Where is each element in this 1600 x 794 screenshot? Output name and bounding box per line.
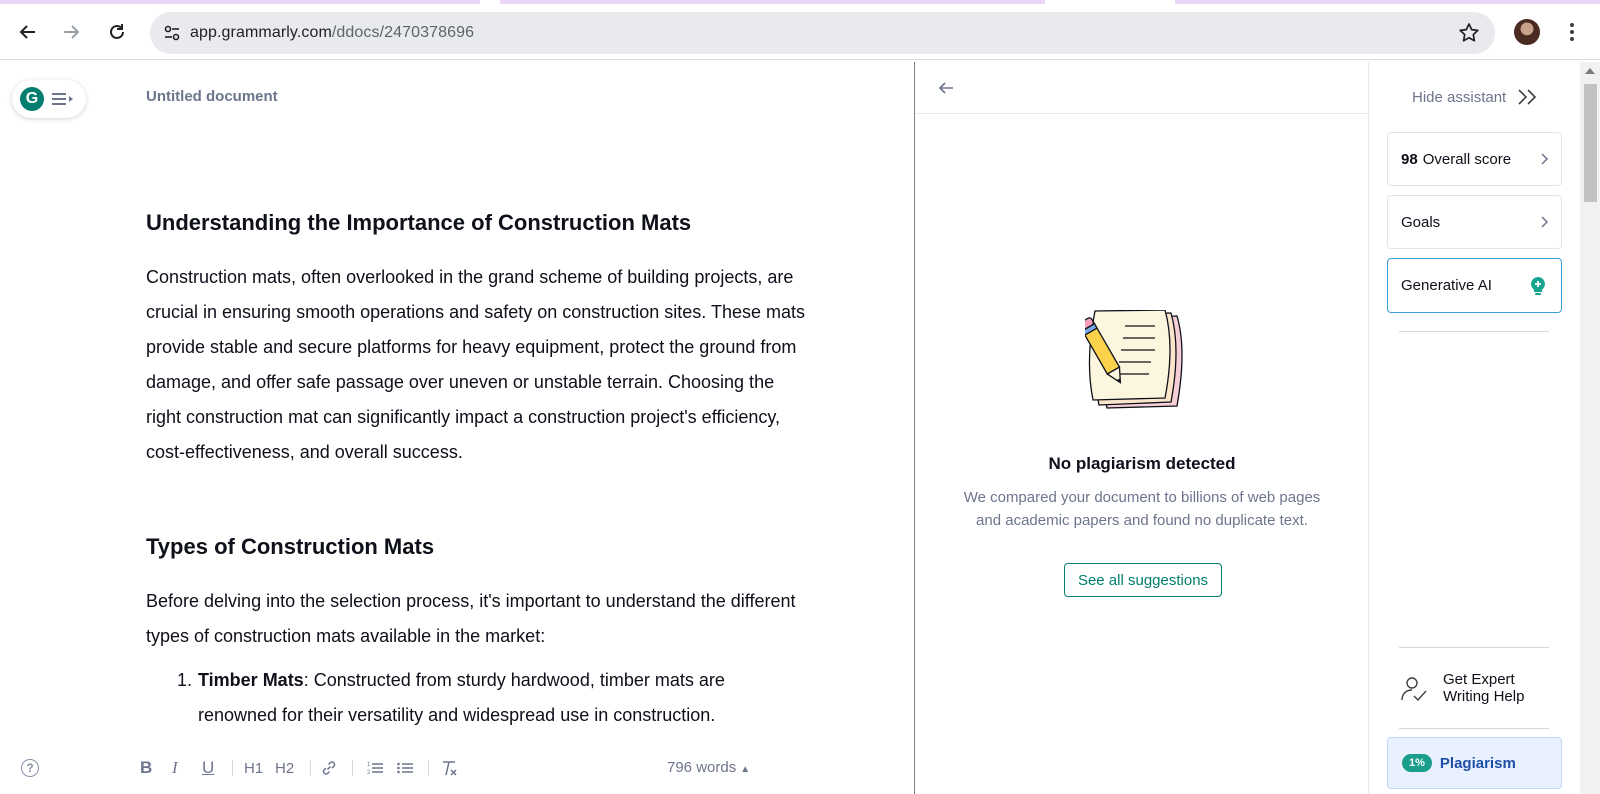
clear-formatting-button[interactable]	[440, 757, 458, 779]
paragraph[interactable]: Construction mats, often overlooked in t…	[146, 260, 806, 470]
goals-card[interactable]: Goals	[1387, 195, 1562, 249]
paragraph[interactable]: Before delving into the selection proces…	[146, 584, 806, 654]
grammarly-logo-icon: G	[20, 87, 44, 111]
plagiarism-label: Plagiarism	[1439, 754, 1516, 772]
word-count: 796 words	[667, 759, 737, 776]
url-text: app.grammarly.com/ddocs/2470378696	[190, 24, 474, 42]
hamburger-menu-icon	[50, 89, 74, 109]
overall-score-label: Overall score	[1422, 150, 1512, 168]
heading-1[interactable]: Understanding the Importance of Construc…	[146, 210, 691, 236]
notepad-pencil-illustration	[1085, 310, 1183, 409]
url-path: /ddocs/2470378696	[331, 24, 475, 41]
separator	[352, 760, 353, 776]
ordered-list-icon: 12	[367, 762, 383, 776]
divider	[1399, 331, 1549, 332]
reload-icon	[110, 24, 124, 39]
separator	[428, 760, 429, 776]
heading2-button[interactable]: H2	[275, 757, 294, 779]
separator	[310, 760, 311, 776]
list-item-text[interactable]: Timber Mats: Constructed from sturdy har…	[198, 663, 798, 733]
heading-2[interactable]: Types of Construction Mats	[146, 534, 434, 560]
expert-person-icon	[1401, 677, 1427, 702]
chevron-right-icon	[1541, 216, 1549, 228]
hide-assistant-label: Hide assistant	[1412, 88, 1507, 106]
browser-toolbar: app.grammarly.com/ddocs/2470378696	[0, 4, 1600, 60]
reload-button[interactable]	[99, 14, 135, 50]
italic-button[interactable]: I	[172, 757, 178, 779]
generative-ai-label: Generative AI	[1401, 277, 1492, 294]
panel-header	[915, 62, 1369, 114]
scrollbar-thumb[interactable]	[1584, 84, 1597, 202]
url-host: app.grammarly.com	[190, 24, 332, 41]
plagiarism-card[interactable]: 1% Plagiarism	[1387, 737, 1562, 789]
link-icon	[322, 761, 336, 775]
plagiarism-result-description: We compared your document to billions of…	[963, 489, 1321, 529]
double-chevron-right-icon	[1518, 89, 1537, 105]
underline-button[interactable]: U	[202, 757, 214, 779]
document-editor: G Untitled document Understanding the Im…	[0, 62, 914, 794]
assistant-sidebar: Hide assistant 98 Overall score Goals Gen…	[1370, 62, 1580, 794]
word-count-button[interactable]: 796 words ▲	[667, 759, 750, 776]
browser-menu-icon[interactable]	[1560, 18, 1584, 46]
profile-avatar[interactable]	[1514, 19, 1540, 45]
divider	[1399, 647, 1549, 648]
grammarly-menu-button[interactable]: G	[12, 80, 86, 118]
document-title[interactable]: Untitled document	[146, 88, 278, 105]
overall-score-card[interactable]: 98 Overall score	[1387, 132, 1562, 186]
site-info-icon[interactable]	[154, 15, 190, 51]
clear-format-icon	[443, 761, 457, 776]
expert-help-label: Get Expert Writing Help	[1443, 671, 1525, 705]
caret-up-icon: ▲	[740, 764, 751, 775]
list-item-bold: Timber Mats	[198, 670, 304, 690]
get-expert-help-button[interactable]: Get Expert Writing Help	[1399, 669, 1559, 709]
address-bar[interactable]: app.grammarly.com/ddocs/2470378696	[150, 12, 1495, 54]
svg-text:2: 2	[367, 770, 371, 776]
ordered-list-button[interactable]: 12	[366, 757, 384, 779]
page-scrollbar[interactable]	[1580, 62, 1600, 794]
generative-ai-card[interactable]: Generative AI	[1387, 258, 1562, 313]
bookmark-star-icon[interactable]	[1457, 21, 1481, 45]
back-button[interactable]	[10, 14, 46, 50]
separator	[232, 760, 233, 776]
chevron-right-icon	[1541, 153, 1549, 165]
plagiarism-result-title: No plagiarism detected	[1048, 454, 1236, 473]
plagiarism-percent-badge: 1%	[1402, 754, 1432, 772]
overall-score-value: 98	[1401, 150, 1418, 168]
heading1-button[interactable]: H1	[244, 757, 263, 779]
arrow-right-icon	[64, 25, 80, 39]
arrow-left-icon	[19, 25, 35, 39]
bullet-list-button[interactable]	[396, 757, 414, 779]
plagiarism-panel: No plagiarism detected We compared your …	[915, 62, 1369, 794]
divider	[1399, 728, 1549, 729]
list-number: 1.	[177, 670, 193, 690]
lightbulb-plus-icon	[1531, 276, 1545, 295]
goals-label: Goals	[1401, 213, 1441, 231]
forward-button[interactable]	[53, 14, 89, 50]
back-arrow-icon[interactable]	[935, 77, 957, 99]
link-button[interactable]	[320, 757, 338, 779]
hide-assistant-button[interactable]: Hide assistant	[1412, 87, 1540, 107]
help-icon[interactable]: ?	[21, 759, 39, 777]
svg-text:1: 1	[367, 762, 371, 768]
see-all-suggestions-button[interactable]: See all suggestions	[1064, 563, 1222, 597]
bullet-list-icon	[397, 762, 413, 774]
scroll-up-arrow-icon[interactable]	[1585, 68, 1595, 74]
bold-button[interactable]: B	[140, 757, 152, 779]
formatting-toolbar: ? B I U H1 H2 12 796 words ▲	[0, 742, 914, 794]
